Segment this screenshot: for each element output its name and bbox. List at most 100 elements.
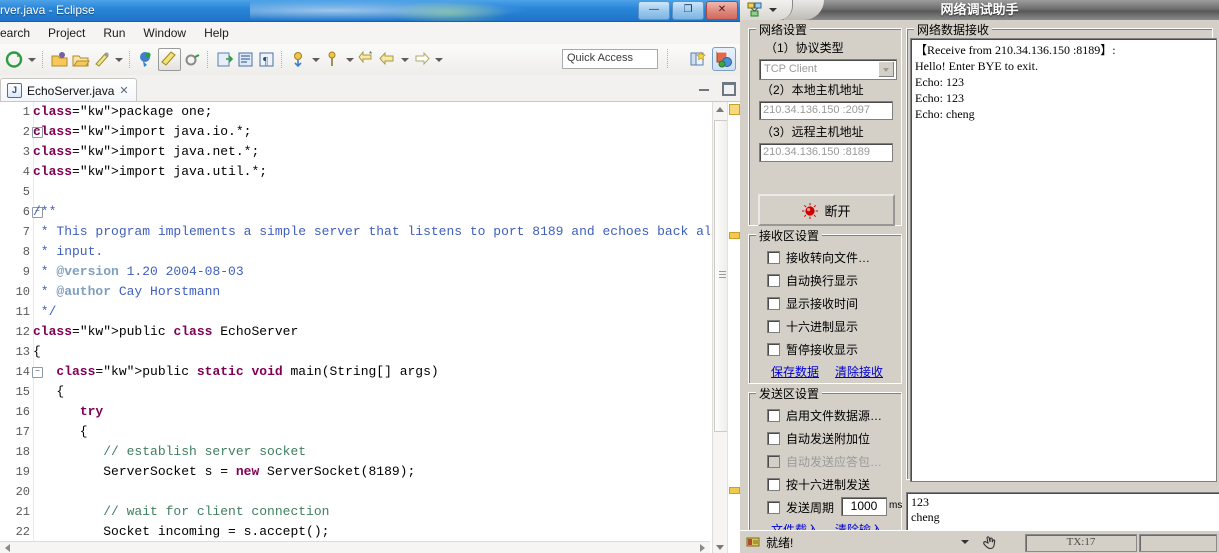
clear-receive-link[interactable]: 清除接收 (835, 363, 883, 380)
network-debug-assistant-window: 网络调试助手 网络设置 （1）协议类型 TCP Client （2）本地主机地址… (740, 0, 1219, 553)
forward-icon[interactable] (412, 50, 431, 69)
new-wizard-icon[interactable] (5, 50, 24, 69)
menu-project[interactable]: Project (39, 24, 94, 42)
editor-horizontal-scrollbar[interactable] (0, 541, 710, 553)
back-icon[interactable] (378, 50, 397, 69)
code-line: Socket incoming = s.accept(); (33, 524, 330, 539)
send-line: cheng (911, 510, 940, 524)
code-text-area[interactable]: class="kw">package one; class="kw">import… (33, 102, 710, 553)
receive-line: Echo: 123 (915, 75, 964, 89)
editor-overview-ruler[interactable] (727, 102, 740, 553)
checkbox-label: 接收转向文件… (786, 251, 871, 265)
next-annotation-icon[interactable] (215, 50, 234, 69)
checkbox-receive-to-file[interactable]: 接收转向文件… (767, 249, 870, 266)
save-data-link[interactable]: 保存数据 (771, 363, 819, 380)
checkbox-box[interactable] (767, 501, 780, 514)
line-number: 14− (0, 362, 43, 382)
minimize-button[interactable]: — (638, 1, 670, 20)
close-button[interactable]: ✕ (706, 1, 738, 20)
checkbox-box[interactable] (767, 478, 780, 491)
checkbox-show-time[interactable]: 显示接收时间 (767, 295, 858, 312)
quick-access-input[interactable]: Quick Access (562, 49, 658, 69)
line-number: 3 (22, 145, 30, 159)
menu-help[interactable]: Help (195, 24, 238, 42)
line-number: 4 (22, 165, 30, 179)
toolbar-separator-2 (129, 51, 132, 68)
chevron-down-icon[interactable] (878, 61, 895, 78)
eclipse-window-controls: — ❐ ✕ (638, 1, 738, 20)
receive-line: Hello! Enter BYE to exit. (915, 59, 1038, 73)
checkbox-box[interactable] (767, 343, 780, 356)
menu-search[interactable]: earch (0, 24, 39, 42)
code-editor[interactable]: 12−3456−7891011121314−151617181920212223… (0, 101, 740, 553)
run-last-icon[interactable] (158, 48, 181, 71)
checkbox-box[interactable] (767, 432, 780, 445)
paragraph-marks-icon[interactable]: ¶ (257, 50, 276, 69)
external-tools-icon[interactable] (183, 50, 202, 69)
checkbox-hex-display[interactable]: 十六进制显示 (767, 318, 858, 335)
menu-window[interactable]: Window (134, 24, 195, 42)
search-declaration-dropdown-icon[interactable] (311, 50, 320, 69)
line-number: 6− (0, 202, 43, 222)
scroll-thumb-grip (719, 271, 726, 272)
checkbox-hex-send[interactable]: 按十六进制发送 (767, 476, 870, 493)
checkbox-box[interactable] (767, 274, 780, 287)
tab-echoserver-java[interactable]: J EchoServer.java ✕ (0, 78, 137, 102)
eclipse-menu-bar: earch Project Run Window Help (0, 22, 740, 44)
search-reference-icon[interactable] (323, 50, 342, 69)
previous-edit-icon[interactable]: * (357, 50, 376, 69)
remote-host-input[interactable]: 210.34.136.150 :8189 (759, 143, 893, 162)
restore-button[interactable]: ❐ (672, 1, 704, 20)
receive-data-textarea[interactable]: 【Receive from 210.34.136.150 :8189】: Hell… (910, 38, 1217, 482)
disconnect-button[interactable]: 断开 (758, 194, 895, 226)
open-perspective-icon[interactable] (687, 48, 709, 70)
protocol-type-select[interactable]: TCP Client (759, 59, 897, 80)
search-declaration-icon[interactable] (289, 50, 308, 69)
search-reference-dropdown-icon[interactable] (345, 50, 354, 69)
checkbox-label: 按十六进制发送 (786, 478, 871, 492)
chevron-down-icon[interactable] (961, 540, 969, 544)
open-folder-icon[interactable] (50, 50, 69, 69)
run-icon[interactable] (137, 50, 156, 69)
java-file-icon: J (7, 83, 22, 98)
forward-dropdown-icon[interactable] (434, 50, 443, 69)
scroll-right-icon[interactable] (698, 543, 708, 553)
checkbox-send-period[interactable]: 发送周期 (767, 499, 834, 516)
editor-vertical-scrollbar[interactable] (712, 102, 729, 553)
new-wizard-dropdown-icon[interactable] (27, 50, 36, 69)
line-number: 1 (22, 105, 30, 119)
back-dropdown-icon[interactable] (400, 50, 409, 69)
code-line: * @version 1.20 2004-08-03 (33, 264, 244, 279)
send-period-input[interactable]: 1000 (841, 497, 887, 516)
checkbox-auto-append[interactable]: 自动发送附加位 (767, 430, 870, 447)
scroll-down-icon[interactable] (715, 542, 726, 553)
close-icon[interactable]: ✕ (119, 84, 128, 97)
maximize-view-icon[interactable] (721, 81, 736, 96)
scroll-up-icon[interactable] (715, 104, 726, 115)
menu-run[interactable]: Run (94, 24, 134, 42)
checkbox-box[interactable] (767, 409, 780, 422)
checkbox-auto-wrap[interactable]: 自动换行显示 (767, 272, 858, 289)
overview-warning-marker[interactable] (729, 487, 740, 494)
code-line: class="kw">public static void main(Strin… (56, 364, 439, 379)
overview-warning-marker[interactable] (729, 232, 740, 239)
checkbox-pause-receive[interactable]: 暂停接收显示 (767, 341, 858, 358)
send-settings-group: 发送区设置 启用文件数据源… 自动发送附加位 自动发送应答包… 按十六进制发送 (748, 385, 902, 542)
open-type-icon[interactable] (236, 50, 255, 69)
minimize-view-icon[interactable] (698, 81, 711, 94)
checkbox-label: 十六进制显示 (786, 320, 859, 334)
scroll-left-icon[interactable] (2, 543, 12, 553)
java-perspective-icon[interactable] (712, 47, 736, 71)
checkbox-enable-file-source[interactable]: 启用文件数据源… (767, 407, 882, 424)
desktop-wallpaper-glow-2 (390, 0, 510, 21)
checkbox-box[interactable] (767, 320, 780, 333)
checkbox-box[interactable] (767, 297, 780, 310)
debug-dropdown-icon[interactable] (114, 50, 123, 69)
local-host-input[interactable]: 210.34.136.150 :2097 (759, 101, 893, 120)
overview-top-marker[interactable] (729, 104, 740, 115)
debug-icon[interactable] (92, 50, 111, 69)
line-number: 7 (22, 225, 30, 239)
open-folder-2-icon[interactable] (71, 50, 90, 69)
checkbox-box[interactable] (767, 251, 780, 264)
